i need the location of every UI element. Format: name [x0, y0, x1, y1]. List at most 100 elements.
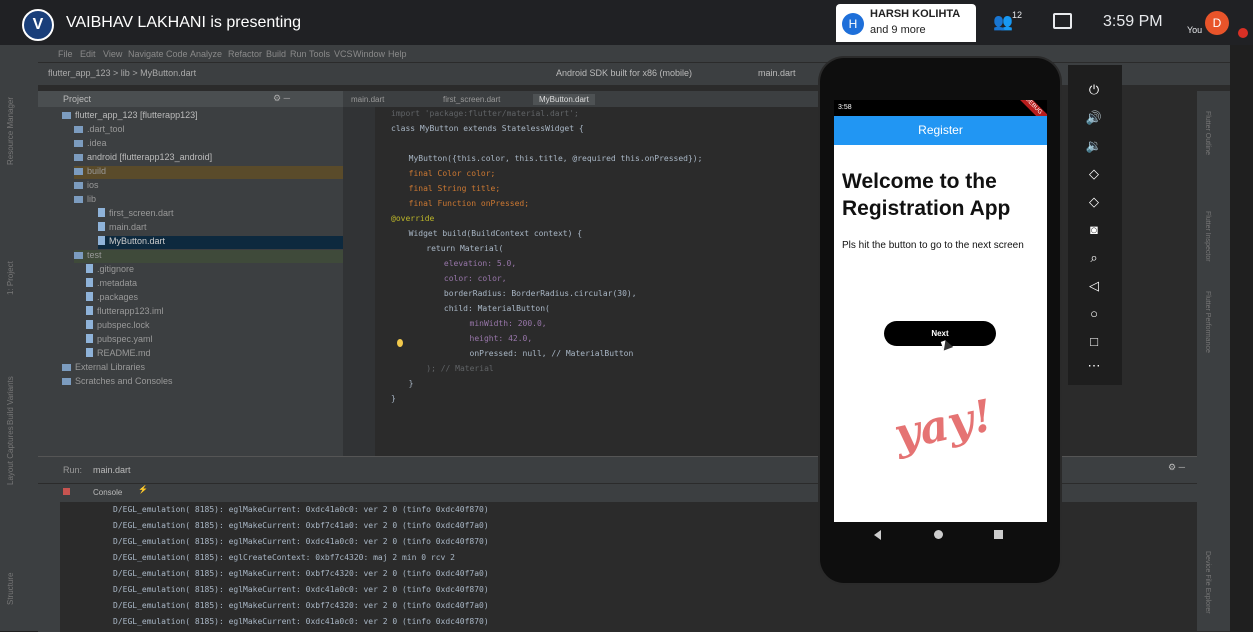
menu-file[interactable]: File	[58, 49, 73, 59]
tree-item[interactable]: build	[74, 166, 343, 179]
structure-tab[interactable]: Structure	[6, 573, 15, 605]
lightbulb-icon[interactable]	[397, 339, 403, 347]
presenter-title: VAIBHAV LAKHANI is presenting	[66, 14, 302, 31]
volume-down-icon[interactable]: 🔉	[1084, 138, 1104, 154]
tree-item[interactable]: .packages	[86, 292, 138, 305]
tree-item[interactable]: .dart_tool	[74, 124, 125, 137]
tree-item[interactable]: pubspec.yaml	[86, 334, 153, 347]
code-line: MyButton({this.color, this.title, @requi…	[399, 154, 703, 163]
phone-screen[interactable]: 3:58 DEBUG Register Welcome to the Regis…	[834, 100, 1047, 522]
tree-item[interactable]: .metadata	[86, 278, 137, 291]
resource-manager-tab[interactable]: Resource Manager	[6, 97, 15, 165]
mic-off-icon	[1238, 28, 1248, 38]
participant-avatar: H	[842, 13, 864, 35]
chat-icon[interactable]	[1053, 13, 1072, 29]
project-tool-tab[interactable]: 1: Project	[6, 261, 15, 295]
file-icon	[86, 334, 93, 343]
tree-item[interactable]: main.dart	[98, 222, 147, 235]
you-label: You	[1187, 25, 1203, 35]
more-icon[interactable]: ⋯	[1084, 358, 1104, 374]
tab-mybutton[interactable]: MyButton.dart	[533, 94, 595, 105]
layout-captures-tab[interactable]: Layout Captures	[6, 426, 15, 485]
tree-item[interactable]: .gitignore	[86, 264, 134, 277]
flutter-outline-tab[interactable]: Flutter Outline	[1204, 111, 1211, 155]
run-config-selector[interactable]: main.dart	[758, 68, 796, 78]
instruction-text: Pls hit the button to go to the next scr…	[842, 240, 1024, 251]
app-bar: Register	[834, 116, 1047, 145]
emulator-controls: ⏻ 🔊 🔉 ◇ ◇ ◙ ⌕ ◁ ○ □ ⋯	[1068, 65, 1122, 385]
menu-view[interactable]: View	[103, 49, 122, 59]
menu-code[interactable]: Code	[166, 49, 188, 59]
menu-navigate[interactable]: Navigate	[128, 49, 164, 59]
people-icon[interactable]: 👥	[993, 12, 1013, 32]
nav-recents-icon[interactable]	[994, 530, 1003, 539]
rotate-left-icon[interactable]: ◇	[1084, 166, 1104, 182]
breadcrumb[interactable]: flutter_app_123 > lib > MyButton.dart	[48, 68, 196, 78]
self-avatar[interactable]: D	[1205, 11, 1229, 35]
tree-item[interactable]: first_screen.dart	[98, 208, 174, 221]
menu-edit[interactable]: Edit	[80, 49, 96, 59]
menu-refactor[interactable]: Refactor	[228, 49, 262, 59]
menu-tools[interactable]: Tools	[309, 49, 330, 59]
tree-item[interactable]: test	[74, 250, 343, 263]
tree-item-selected[interactable]: MyButton.dart	[98, 236, 343, 249]
power-icon[interactable]: ⏻	[1084, 82, 1104, 98]
participants-chip[interactable]: H HARSH KOLIHTA and 9 more	[836, 4, 976, 42]
presenter-avatar: V	[22, 9, 54, 41]
overview-icon[interactable]: □	[1084, 334, 1104, 350]
project-header: Project ⚙ ─	[38, 91, 343, 107]
stop-icon[interactable]	[63, 488, 70, 495]
menu-help[interactable]: Help	[388, 49, 407, 59]
folder-icon	[74, 168, 83, 175]
tree-item[interactable]: pubspec.lock	[86, 320, 150, 333]
back-icon[interactable]: ◁	[1084, 278, 1104, 294]
device-selector[interactable]: Android SDK built for x86 (mobile)	[556, 68, 692, 78]
folder-icon	[74, 182, 83, 189]
folder-icon	[62, 112, 71, 119]
log-line: D/EGL_emulation( 8185): eglMakeCurrent: …	[113, 617, 489, 626]
tree-item[interactable]: Scratches and Consoles	[62, 376, 173, 389]
code-line: ); // Material	[407, 364, 494, 373]
zoom-icon[interactable]: ⌕	[1084, 250, 1104, 266]
rotate-right-icon[interactable]: ◇	[1084, 194, 1104, 210]
tree-item[interactable]: flutterapp123.iml	[86, 306, 164, 319]
tree-item[interactable]: External Libraries	[62, 362, 145, 375]
menu-window[interactable]: Window	[353, 49, 385, 59]
code-line: class MyButton extends StatelessWidget {	[391, 124, 584, 133]
device-file-explorer-tab[interactable]: Device File Explorer	[1204, 551, 1211, 614]
tree-item[interactable]: ios	[74, 180, 99, 193]
menu-analyze[interactable]: Analyze	[190, 49, 222, 59]
camera-icon[interactable]: ◙	[1084, 222, 1104, 238]
tab-main-dart[interactable]: main.dart	[351, 95, 384, 104]
console-gutter	[38, 501, 60, 632]
settings-icon[interactable]: ⚙ ─	[1168, 462, 1185, 473]
line-gutter	[343, 107, 375, 456]
menu-build[interactable]: Build	[266, 49, 286, 59]
tree-item[interactable]: lib	[74, 194, 96, 207]
run-config-tab[interactable]: main.dart	[93, 465, 131, 475]
volume-up-icon[interactable]: 🔊	[1084, 110, 1104, 126]
nav-home-icon[interactable]	[934, 530, 943, 539]
code-line: final Color color;	[399, 169, 496, 178]
code-editor[interactable]: import 'package:flutter/material.dart'; …	[343, 107, 818, 456]
tree-item[interactable]: README.md	[86, 348, 151, 361]
hot-reload-icon[interactable]: ⚡	[138, 485, 148, 494]
build-variants-tab[interactable]: Build Variants	[6, 376, 15, 425]
tree-item[interactable]: .idea	[74, 138, 107, 151]
tree-item[interactable]: android [flutterapp123_android]	[74, 152, 212, 165]
project-view-selector[interactable]: Project	[63, 94, 91, 104]
home-icon[interactable]: ○	[1084, 306, 1104, 322]
nav-back-icon[interactable]	[874, 530, 881, 540]
file-icon	[86, 348, 93, 357]
left-tool-window-strip: Resource Manager 1: Project Build Varian…	[0, 45, 38, 631]
project-settings-icon[interactable]: ⚙ ─	[273, 93, 290, 104]
menu-run[interactable]: Run	[290, 49, 307, 59]
code-line: @override	[391, 214, 435, 223]
tree-item[interactable]: flutter_app_123 [flutterapp123]	[62, 110, 198, 123]
menu-vcs[interactable]: VCS	[334, 49, 353, 59]
tab-first-screen[interactable]: first_screen.dart	[443, 95, 500, 104]
flutter-inspector-tab[interactable]: Flutter Inspector	[1204, 211, 1211, 262]
flutter-performance-tab[interactable]: Flutter Performance	[1204, 291, 1211, 353]
console-tab[interactable]: Console	[93, 488, 122, 497]
code-line: color: color,	[415, 274, 507, 283]
